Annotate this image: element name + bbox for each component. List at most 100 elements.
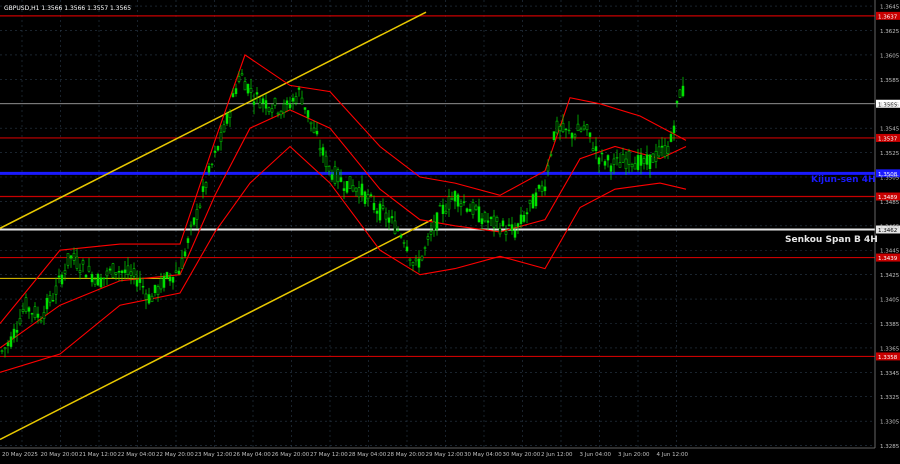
candle-body [384, 212, 388, 220]
candle-body [300, 97, 304, 105]
x-tick-label: 26 May 04:00 [233, 452, 271, 458]
candle-body [3, 347, 7, 350]
candle-body [18, 318, 22, 325]
candle-body [183, 251, 187, 257]
candle-body [48, 295, 52, 303]
y-tick-label: 1.3365 [880, 346, 900, 352]
candle-body [297, 87, 301, 90]
candle-body [357, 187, 361, 198]
candle-body [501, 220, 505, 227]
candle-body [609, 165, 613, 172]
y-tick-label: 1.3645 [880, 5, 900, 11]
candle-body [174, 270, 178, 273]
candle-body [135, 279, 139, 287]
candle-body [72, 252, 76, 261]
candle-body [504, 231, 508, 235]
candle-body [663, 145, 667, 157]
candle-body [285, 100, 289, 105]
candle-body [9, 336, 13, 347]
candle-body [567, 129, 571, 132]
candle-body [480, 218, 484, 225]
candle-body [672, 125, 676, 134]
candle-body [456, 194, 460, 207]
x-tick-label: 21 May 12:00 [79, 452, 117, 458]
candle-body [189, 224, 193, 227]
candle-body [60, 274, 64, 285]
candle-body [330, 174, 334, 180]
candle-body [339, 177, 343, 182]
senkou-label: Senkou Span B 4H [785, 235, 878, 245]
candle-body [153, 284, 157, 293]
candle-body [420, 255, 424, 261]
candle-body [312, 127, 316, 133]
y-tick-label: 1.3405 [880, 298, 900, 304]
candle-body [432, 221, 436, 231]
candle-body [291, 97, 295, 102]
x-tick-label: 20 May 2025 [2, 452, 38, 458]
candle-body [498, 228, 502, 235]
candle-body [84, 274, 88, 278]
candle-body [306, 110, 310, 118]
candle-body [489, 216, 493, 220]
y-tick-label: 1.3325 [880, 395, 900, 401]
candle-body [603, 161, 607, 166]
candle-body [51, 300, 55, 302]
forex-chart[interactable]: 1.3637 1.3565 1.3537 1.3508 1.3489 1.3462 1.34… [0, 0, 900, 460]
candle-body [441, 204, 445, 214]
candle-body [657, 146, 661, 157]
candle-body [387, 217, 391, 223]
candle-body [45, 297, 49, 310]
candle-body [594, 146, 598, 151]
candle-body [30, 313, 34, 315]
candle-body [564, 128, 568, 131]
candle-body [378, 203, 382, 221]
candle-body [129, 271, 133, 276]
y-tick-label: 1.3345 [880, 371, 900, 377]
candle-body [552, 131, 556, 141]
x-tick-label: 30 May 04:00 [464, 452, 502, 458]
candle-body [249, 87, 253, 93]
candle-body [177, 270, 181, 275]
candle-body [558, 126, 562, 131]
candle-body [108, 268, 112, 271]
candle-body [531, 194, 535, 209]
candle-body [186, 238, 190, 243]
candle-body [81, 260, 85, 265]
chart-canvas[interactable]: 1.36371.35651.35371.35081.34891.34621.34… [0, 0, 900, 460]
candle-body [276, 112, 280, 115]
candle-body [399, 235, 403, 238]
candle-body [447, 196, 451, 210]
candle-body [585, 124, 589, 131]
candle-body [621, 153, 625, 163]
candle-body [375, 210, 379, 214]
x-tick-label: 4 Jun 12:00 [657, 452, 689, 458]
candle-body [465, 208, 469, 212]
candle-body [363, 191, 367, 204]
candle-body [147, 294, 151, 304]
candle-body [303, 107, 307, 110]
candle-body [15, 329, 19, 333]
candle-body [588, 132, 592, 137]
level-price-label: 1.3439 [878, 256, 898, 262]
candle-body [255, 92, 259, 95]
candle-body [543, 186, 547, 192]
candle-body [438, 205, 442, 207]
candle-body [666, 146, 670, 154]
candle-body [93, 278, 97, 285]
candle-body [12, 328, 16, 339]
candle-body [396, 229, 400, 232]
candle-body [180, 257, 184, 269]
candle-body [69, 255, 73, 259]
candle-body [75, 256, 79, 269]
y-tick-label: 1.3545 [880, 127, 900, 133]
candle-body [168, 276, 172, 282]
candle-body [591, 148, 595, 151]
y-tick-label: 1.3585 [880, 78, 900, 84]
x-tick-label: 3 Jun 04:00 [580, 452, 612, 458]
candle-body [0, 350, 4, 352]
candle-body [54, 285, 58, 295]
candle-body [342, 188, 346, 191]
y-tick-label: 1.3505 [880, 176, 900, 182]
x-tick-label: 26 May 20:00 [272, 452, 310, 458]
candle-body [522, 214, 526, 222]
